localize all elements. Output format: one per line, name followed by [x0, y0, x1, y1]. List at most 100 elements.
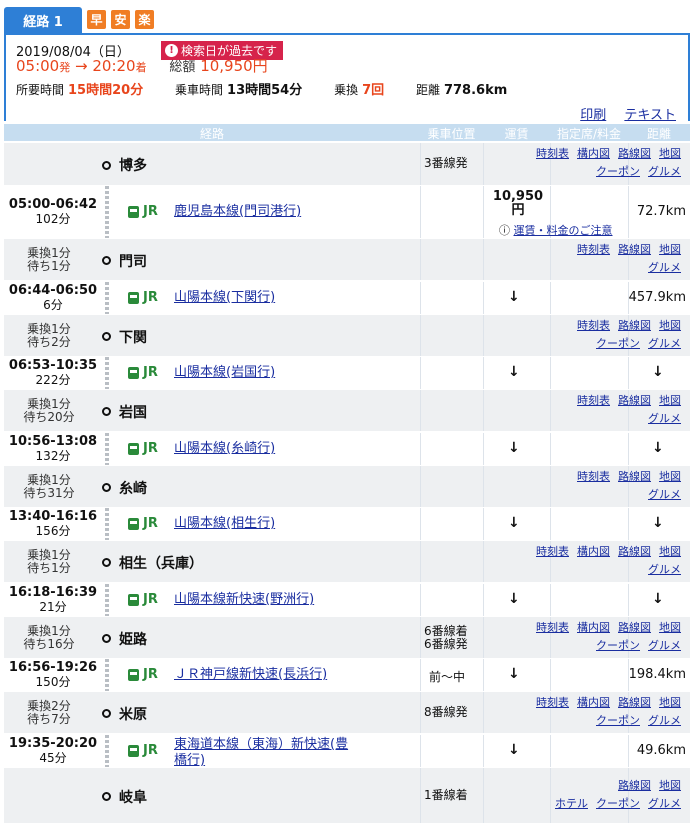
station-link[interactable]: 構内図 — [577, 545, 610, 558]
column-divider — [483, 508, 484, 540]
station-link[interactable]: グルメ — [648, 563, 681, 576]
segment-minutes: 21分 — [39, 600, 67, 614]
column-divider — [628, 735, 629, 767]
station-links-row: クーポン グルメ — [506, 712, 681, 730]
tab-route-1[interactable]: 経路 1 — [4, 7, 82, 34]
station-link[interactable]: 時刻表 — [577, 243, 610, 256]
station-link[interactable]: 路線図 — [618, 470, 651, 483]
station-link[interactable]: グルメ — [648, 261, 681, 274]
station-link[interactable]: クーポン — [596, 797, 640, 810]
station-link[interactable]: 路線図 — [618, 394, 651, 407]
train-line-link[interactable]: 山陽本線(相生行) — [174, 516, 275, 532]
station-link[interactable]: 時刻表 — [536, 545, 569, 558]
column-divider — [420, 584, 421, 616]
station-link[interactable]: グルメ — [648, 412, 681, 425]
station-link[interactable]: 時刻表 — [577, 319, 610, 332]
column-divider — [483, 282, 484, 314]
train-line-link[interactable]: 東海道本線（東海）新快速(豊 橋行) — [174, 737, 348, 769]
station-link[interactable]: 構内図 — [577, 147, 610, 160]
fare-continue-arrow: ↓ — [508, 364, 520, 380]
print-link[interactable]: 印刷 — [580, 108, 606, 123]
segment-time: 13:40-16:16 156分 — [4, 509, 102, 539]
station-row: 乗換1分 待ち16分 姫路 6番線着 6番線発 時刻表 構内図 路線図 地図 クーポン グルメ — [4, 617, 690, 658]
station-link[interactable]: 地図 — [659, 621, 681, 634]
station-link[interactable]: 地図 — [659, 243, 681, 256]
duration-label: 所要時間 — [16, 83, 65, 97]
wait-time: 待ち31分 — [23, 485, 75, 500]
station-link[interactable]: クーポン — [596, 337, 640, 350]
segment-time-range: 13:40-16:16 — [8, 509, 98, 524]
train-icon — [128, 517, 139, 530]
station-link[interactable]: 地図 — [659, 319, 681, 332]
station-link[interactable]: グルメ — [648, 714, 681, 727]
station-link[interactable]: 地図 — [659, 147, 681, 160]
company-name: JR — [143, 441, 158, 456]
station-name: 下関 — [102, 327, 147, 347]
station-name: 博多 — [102, 155, 147, 175]
segment-time-range: 06:44-06:50 — [8, 283, 98, 298]
station-link[interactable]: 地図 — [659, 779, 681, 792]
station-dot-icon — [102, 792, 111, 801]
station-name: 岩国 — [102, 402, 147, 422]
column-divider — [550, 735, 551, 767]
station-link[interactable]: グルメ — [648, 165, 681, 178]
segment-time-range: 10:56-13:08 — [8, 434, 98, 449]
station-link[interactable]: 路線図 — [618, 545, 651, 558]
station-name: 門司 — [102, 251, 147, 271]
station-links-row: グルメ — [506, 561, 681, 579]
train-line-link[interactable]: ＪＲ神戸線新快速(長浜行) — [174, 667, 327, 683]
company-name: JR — [143, 743, 158, 758]
station-link[interactable]: クーポン — [596, 165, 640, 178]
station-link[interactable]: ホテル — [555, 797, 588, 810]
print-links: 印刷 テキスト — [566, 104, 676, 123]
column-divider — [550, 433, 551, 465]
train-line-link[interactable]: 山陽本線(下関行) — [174, 290, 275, 306]
train-line-link[interactable]: 山陽本線新快速(野洲行) — [174, 592, 314, 608]
station-link[interactable]: 路線図 — [618, 696, 651, 709]
station-link[interactable]: 地図 — [659, 545, 681, 558]
column-divider — [483, 617, 484, 658]
station-link[interactable]: 時刻表 — [536, 621, 569, 634]
station-link[interactable]: 時刻表 — [577, 394, 610, 407]
column-divider — [483, 357, 484, 389]
text-link[interactable]: テキスト — [624, 108, 676, 123]
station-link[interactable]: 路線図 — [618, 243, 651, 256]
station-link[interactable]: 時刻表 — [536, 147, 569, 160]
train-company: JR — [128, 204, 158, 219]
station-link[interactable]: グルメ — [648, 797, 681, 810]
station-link[interactable]: 時刻表 — [536, 696, 569, 709]
column-divider — [628, 508, 629, 540]
station-links-row: クーポン グルメ — [506, 335, 681, 353]
fare-note-link[interactable]: 運賃・料金のご注意 — [514, 224, 613, 237]
station-link[interactable]: クーポン — [596, 639, 640, 652]
station-link[interactable]: グルメ — [648, 337, 681, 350]
fare-continue-arrow: ↓ — [508, 591, 520, 607]
station-name: 相生（兵庫） — [102, 553, 203, 573]
station-link[interactable]: 路線図 — [618, 319, 651, 332]
station-name-text: 糸崎 — [119, 480, 147, 497]
train-line-link[interactable]: 鹿児島本線(門司港行) — [174, 204, 301, 220]
train-line-link[interactable]: 山陽本線(岩国行) — [174, 365, 275, 381]
station-link[interactable]: 地図 — [659, 394, 681, 407]
station-link[interactable]: クーポン — [596, 714, 640, 727]
station-link[interactable]: 地図 — [659, 470, 681, 483]
station-link[interactable]: 地図 — [659, 696, 681, 709]
train-company: JR — [128, 441, 158, 456]
station-link[interactable]: グルメ — [648, 488, 681, 501]
platform-info: 6番線着 6番線発 — [424, 623, 468, 651]
station-dot-icon — [102, 407, 111, 416]
train-line-link[interactable]: 山陽本線(糸崎行) — [174, 441, 275, 457]
station-link[interactable]: グルメ — [648, 639, 681, 652]
station-link[interactable]: 路線図 — [618, 779, 651, 792]
station-link[interactable]: 路線図 — [618, 621, 651, 634]
station-link[interactable]: 構内図 — [577, 621, 610, 634]
station-link[interactable]: 構内図 — [577, 696, 610, 709]
station-link[interactable]: 路線図 — [618, 147, 651, 160]
column-divider — [483, 768, 484, 823]
station-links-row: 路線図 地図 — [506, 777, 681, 795]
col-position: 乗車位置 — [427, 127, 476, 141]
segment-fare: 10,950 円 — [484, 190, 552, 218]
station-link[interactable]: 時刻表 — [577, 470, 610, 483]
station-links-row: ホテル クーポン グルメ — [506, 795, 681, 813]
train-icon — [128, 744, 139, 757]
